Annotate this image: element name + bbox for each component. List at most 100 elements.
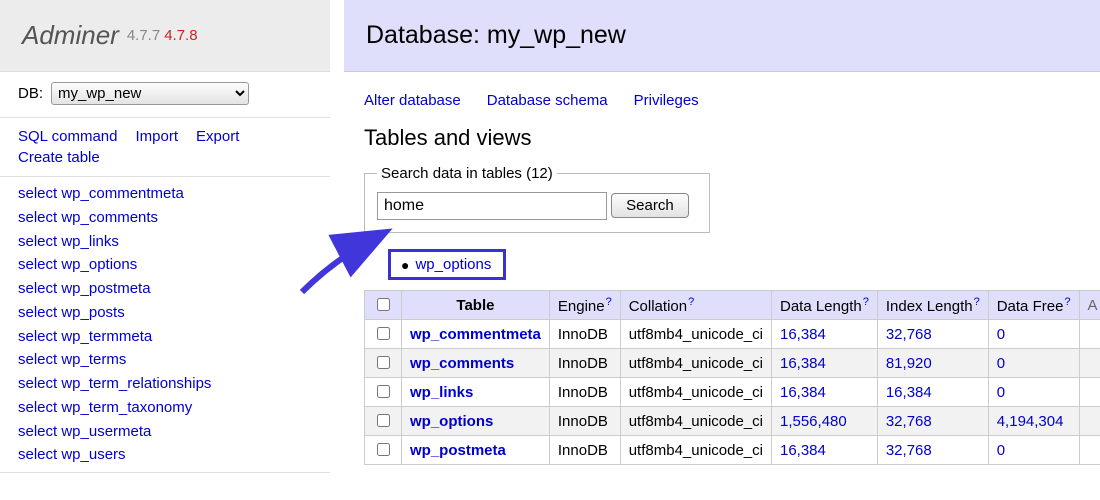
- sidebar-table-link[interactable]: select wp_termmeta: [18, 326, 320, 348]
- cell-index-length[interactable]: 32,768: [886, 326, 932, 343]
- col-engine[interactable]: Engine?: [549, 291, 620, 320]
- cell-index-length[interactable]: 32,768: [886, 413, 932, 430]
- database-schema-link[interactable]: Database schema: [487, 92, 608, 109]
- table-row: wp_postmeta InnoDButf8mb4_unicode_ci 16,38…: [365, 436, 1100, 465]
- divider: [0, 472, 330, 473]
- table-name-link[interactable]: wp_comments: [410, 355, 514, 372]
- sql-command-link[interactable]: SQL command: [18, 128, 118, 145]
- cell-collation: utf8mb4_unicode_ci: [620, 320, 771, 349]
- sidebar-table-link[interactable]: select wp_comments: [18, 207, 320, 229]
- table-row: wp_optionsInnoDButf8mb4_unicode_ci1,556,…: [365, 407, 1100, 436]
- cell-data-free[interactable]: 4,194,304: [997, 413, 1064, 430]
- sidebar-table-link[interactable]: select wp_links: [18, 231, 320, 253]
- table-name-link[interactable]: wp_links: [410, 384, 473, 401]
- cell-edge: [1079, 378, 1100, 407]
- row-checkbox[interactable]: [377, 385, 390, 398]
- col-data-length[interactable]: Data Length?: [771, 291, 877, 320]
- cell-collation: utf8mb4_unicode_ci: [620, 436, 771, 465]
- cell-data-free[interactable]: 0: [997, 384, 1005, 401]
- selected-table-indicator: ● wp_options: [388, 249, 506, 280]
- alter-database-link[interactable]: Alter database: [364, 92, 461, 109]
- sidebar-table-link[interactable]: select wp_users: [18, 444, 320, 466]
- help-icon[interactable]: ?: [1064, 296, 1070, 308]
- table-row: wp_links InnoDButf8mb4_unicode_ci 16,384 16…: [365, 378, 1100, 407]
- cell-data-free[interactable]: 0: [997, 442, 1005, 459]
- search-legend: Search data in tables (12): [377, 165, 557, 182]
- sidebar-table-link[interactable]: select wp_posts: [18, 302, 320, 324]
- cell-data-length[interactable]: 16,384: [780, 442, 826, 459]
- sidebar-table-link[interactable]: select wp_postmeta: [18, 278, 320, 300]
- col-edge: A: [1079, 291, 1100, 320]
- tables-grid-body: wp_commentmetaInnoDButf8mb4_unicode_ci16…: [365, 320, 1100, 465]
- cell-data-length[interactable]: 16,384: [780, 326, 826, 343]
- cell-index-length[interactable]: 32,768: [886, 442, 932, 459]
- sidebar-table-link[interactable]: select wp_term_taxonomy: [18, 397, 320, 419]
- sidebar: Adminer 4.7.7 4.7.8 DB: my_wp_new SQL co…: [0, 0, 330, 500]
- cell-edge: [1079, 320, 1100, 349]
- cell-data-free[interactable]: 0: [997, 326, 1005, 343]
- col-data-free[interactable]: Data Free?: [988, 291, 1079, 320]
- cell-data-length[interactable]: 16,384: [780, 384, 826, 401]
- db-label: DB:: [18, 85, 43, 102]
- row-checkbox[interactable]: [377, 327, 390, 340]
- table-name-link[interactable]: wp_options: [410, 413, 493, 430]
- cell-index-length[interactable]: 16,384: [886, 384, 932, 401]
- create-table-link[interactable]: Create table: [18, 149, 100, 166]
- bullet-icon: ●: [401, 257, 409, 273]
- sidebar-table-link[interactable]: select wp_usermeta: [18, 421, 320, 443]
- page-title: Database: my_wp_new: [344, 0, 1100, 72]
- table-row: wp_comments InnoDButf8mb4_unicode_ci 16,38…: [365, 349, 1100, 378]
- select-all-checkbox[interactable]: [377, 298, 390, 311]
- tables-grid: Table Engine? Collation? Data Length? In…: [364, 290, 1100, 465]
- row-checkbox[interactable]: [377, 443, 390, 456]
- tables-grid-header: Table Engine? Collation? Data Length? In…: [365, 291, 1100, 320]
- section-title: Tables and views: [344, 117, 1100, 157]
- cell-edge: [1079, 349, 1100, 378]
- main: Database: my_wp_new Alter database Datab…: [344, 0, 1100, 500]
- sidebar-actions: SQL command Import Export Create table: [0, 120, 330, 174]
- brand-latest-version[interactable]: 4.7.8: [164, 27, 197, 44]
- row-checkbox[interactable]: [377, 356, 390, 369]
- cell-data-length[interactable]: 16,384: [780, 355, 826, 372]
- sidebar-table-link[interactable]: select wp_options: [18, 254, 320, 276]
- cell-engine: InnoDB: [549, 349, 620, 378]
- table-row: wp_commentmeta InnoDButf8mb4_unicode_ci 16…: [365, 320, 1100, 349]
- search-fieldset: Search data in tables (12) Search: [364, 165, 710, 233]
- search-input[interactable]: [377, 192, 607, 220]
- cell-index-length[interactable]: 81,920: [886, 355, 932, 372]
- sidebar-table-link[interactable]: select wp_commentmeta: [18, 183, 320, 205]
- sidebar-table-link[interactable]: select wp_terms: [18, 349, 320, 371]
- help-icon[interactable]: ?: [606, 296, 612, 308]
- import-link[interactable]: Import: [136, 128, 179, 145]
- db-selector-row: DB: my_wp_new: [0, 72, 330, 115]
- cell-edge: [1079, 407, 1100, 436]
- search-button[interactable]: Search: [611, 193, 689, 218]
- cell-engine: InnoDB: [549, 320, 620, 349]
- table-name-link[interactable]: wp_commentmeta: [410, 326, 541, 343]
- cell-data-free[interactable]: 0: [997, 355, 1005, 372]
- cell-engine: InnoDB: [549, 436, 620, 465]
- cell-data-length[interactable]: 1,556,480: [780, 413, 847, 430]
- col-table[interactable]: Table: [402, 291, 550, 320]
- brand: Adminer 4.7.7 4.7.8: [0, 0, 330, 72]
- cell-edge: [1079, 436, 1100, 465]
- brand-name: Adminer: [22, 20, 119, 51]
- table-name-link[interactable]: wp_postmeta: [410, 442, 506, 459]
- privileges-link[interactable]: Privileges: [634, 92, 699, 109]
- help-icon[interactable]: ?: [688, 296, 694, 308]
- export-link[interactable]: Export: [196, 128, 239, 145]
- sidebar-table-link[interactable]: select wp_term_relationships: [18, 373, 320, 395]
- help-icon[interactable]: ?: [863, 296, 869, 308]
- help-icon[interactable]: ?: [974, 296, 980, 308]
- cell-collation: utf8mb4_unicode_ci: [620, 349, 771, 378]
- cell-collation: utf8mb4_unicode_ci: [620, 407, 771, 436]
- row-checkbox[interactable]: [377, 414, 390, 427]
- col-index-length[interactable]: Index Length?: [877, 291, 988, 320]
- sidebar-tables-list: select wp_commentmeta select wp_comments…: [0, 179, 330, 470]
- col-collation[interactable]: Collation?: [620, 291, 771, 320]
- db-select[interactable]: my_wp_new: [51, 82, 249, 105]
- selected-table-link[interactable]: wp_options: [415, 256, 491, 273]
- cell-collation: utf8mb4_unicode_ci: [620, 378, 771, 407]
- cell-engine: InnoDB: [549, 378, 620, 407]
- divider: [0, 117, 330, 118]
